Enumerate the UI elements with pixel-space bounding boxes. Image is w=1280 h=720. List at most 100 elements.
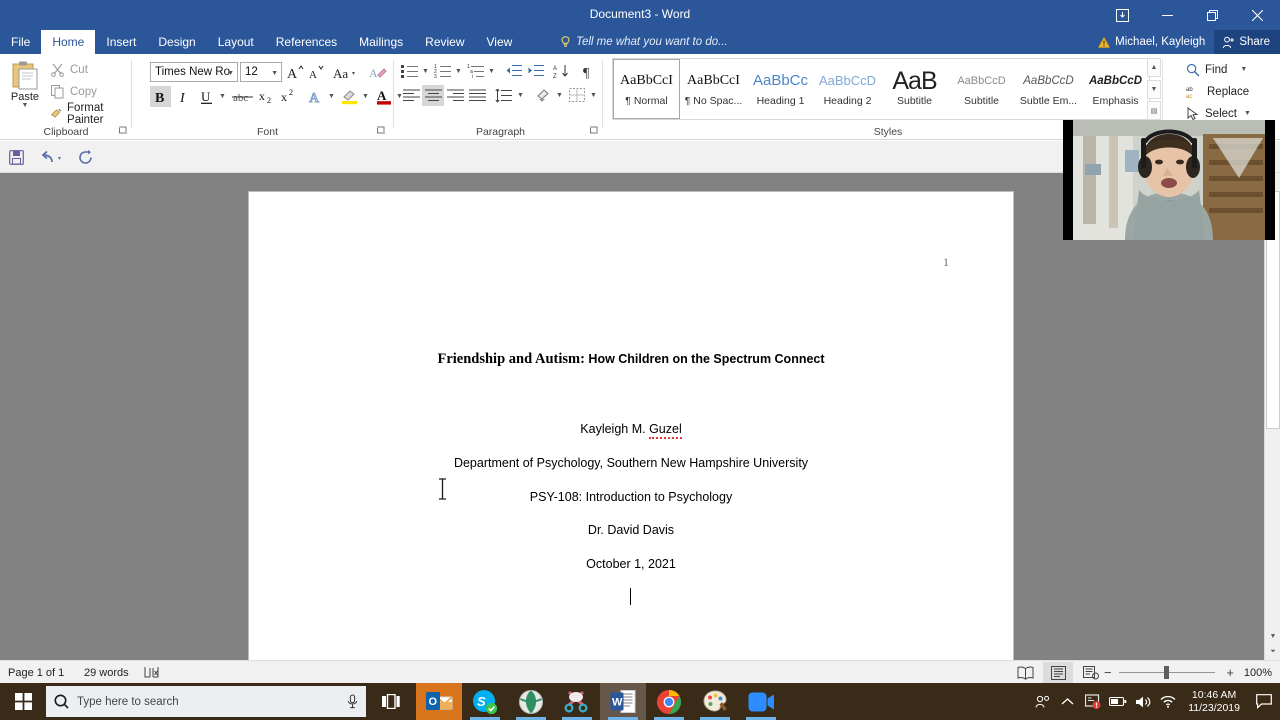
vertical-scrollbar[interactable]: ▲ ▼ ⏷ xyxy=(1264,173,1280,660)
increase-indent-icon[interactable] xyxy=(525,61,547,81)
line-spacing-caret[interactable]: ▼ xyxy=(515,85,526,106)
subscript-icon[interactable]: x2 xyxy=(257,86,278,107)
cut-button[interactable]: Cut xyxy=(46,60,92,79)
tab-references[interactable]: References xyxy=(265,30,348,54)
bullets-caret[interactable]: ▼ xyxy=(420,61,431,81)
font-size-caret[interactable]: ▼ xyxy=(271,70,278,77)
underline-dropdown-caret[interactable]: ▼ xyxy=(217,86,228,107)
skype-taskbar-icon[interactable]: S xyxy=(462,683,508,720)
superscript-icon[interactable]: x2 xyxy=(279,86,300,107)
style-subtle-emphasis[interactable]: AaBbCcD Subtle Em... xyxy=(1015,59,1082,119)
redo-icon[interactable] xyxy=(75,147,97,168)
format-painter-button[interactable]: Format Painter xyxy=(46,102,132,126)
ribbon-display-options-icon[interactable] xyxy=(1100,0,1145,30)
sort-icon[interactable]: AZ xyxy=(551,61,573,81)
tab-layout[interactable]: Layout xyxy=(207,30,265,54)
search-input[interactable]: Type here to search xyxy=(46,686,366,717)
outlook-taskbar-icon[interactable]: O xyxy=(416,683,462,720)
web-layout-icon[interactable] xyxy=(1076,662,1106,683)
styles-more-icon[interactable]: ▤ xyxy=(1147,101,1161,120)
copy-button[interactable]: Copy xyxy=(46,82,101,101)
clipboard-dialog-launcher[interactable] xyxy=(118,126,129,137)
people-tray-icon[interactable] xyxy=(1030,683,1055,720)
volume-tray-icon[interactable] xyxy=(1130,683,1155,720)
document-canvas[interactable]: 1 Friendship and Autism: How Children on… xyxy=(0,173,1280,672)
multilevel-list-icon[interactable]: 1ai xyxy=(466,61,486,81)
shading-icon[interactable] xyxy=(532,85,554,106)
antivirus-tray-icon[interactable] xyxy=(1080,683,1105,720)
globe-taskbar-icon[interactable] xyxy=(508,683,554,720)
tab-design[interactable]: Design xyxy=(147,30,206,54)
zoom-thumb[interactable] xyxy=(1164,666,1169,679)
style-subtitle[interactable]: AaBbCcD Subtitle xyxy=(948,59,1015,119)
paragraph-dialog-launcher[interactable] xyxy=(589,126,600,137)
text-effects-caret[interactable]: ▼ xyxy=(326,86,337,107)
justify-icon[interactable] xyxy=(466,85,488,106)
paint-taskbar-icon[interactable] xyxy=(692,683,738,720)
numbering-icon[interactable]: 123 xyxy=(433,61,453,81)
tab-mailings[interactable]: Mailings xyxy=(348,30,414,54)
find-caret[interactable]: ▼ xyxy=(1240,66,1247,73)
tell-me-search[interactable]: Tell me what you want to do... xyxy=(560,30,728,54)
print-layout-icon[interactable] xyxy=(1043,662,1073,683)
line-spacing-icon[interactable] xyxy=(493,85,515,106)
next-page-icon[interactable]: ⏷ xyxy=(1265,644,1280,660)
proofing-errors-icon[interactable] xyxy=(138,661,165,684)
page-indicator[interactable]: Page 1 of 1 xyxy=(2,661,70,684)
font-color-icon[interactable]: A xyxy=(373,86,394,107)
battery-tray-icon[interactable] xyxy=(1105,683,1130,720)
read-mode-icon[interactable] xyxy=(1010,662,1040,683)
show-hidden-icons-icon[interactable] xyxy=(1055,683,1080,720)
font-size-input[interactable]: 12 ▼ xyxy=(240,62,282,82)
font-dialog-launcher[interactable] xyxy=(376,126,387,137)
tab-home[interactable]: Home xyxy=(41,30,96,54)
style-heading-2[interactable]: AaBbCcD Heading 2 xyxy=(814,59,881,119)
style-normal[interactable]: AaBbCcI ¶ Normal xyxy=(613,59,680,119)
task-view-icon[interactable] xyxy=(370,683,412,720)
snip-taskbar-icon[interactable] xyxy=(554,683,600,720)
tab-view[interactable]: View xyxy=(476,30,524,54)
zoom-in-button[interactable]: + xyxy=(1226,665,1234,680)
styles-scroll-up-icon[interactable]: ▲ xyxy=(1147,58,1161,77)
italic-icon[interactable]: I xyxy=(173,86,194,107)
zoom-out-button[interactable]: − xyxy=(1104,665,1112,680)
word-taskbar-icon[interactable]: W xyxy=(600,683,646,720)
tab-insert[interactable]: Insert xyxy=(95,30,147,54)
decrease-indent-icon[interactable] xyxy=(503,61,525,81)
tab-file[interactable]: File xyxy=(0,30,41,54)
tab-review[interactable]: Review xyxy=(414,30,475,54)
text-effects-icon[interactable]: A xyxy=(305,86,326,107)
find-button[interactable]: Find ▼ xyxy=(1182,59,1251,80)
style-no-spacing[interactable]: AaBbCcI ¶ No Spac... xyxy=(680,59,747,119)
document-page[interactable]: 1 Friendship and Autism: How Children on… xyxy=(249,192,1013,672)
share-button[interactable]: Share xyxy=(1214,30,1280,54)
font-name-input[interactable]: Times New Ro ▼ xyxy=(150,62,238,82)
grow-font-icon[interactable]: A xyxy=(285,62,305,82)
style-emphasis[interactable]: AaBbCcD Emphasis xyxy=(1082,59,1149,119)
underline-icon[interactable]: U xyxy=(196,86,217,107)
align-left-icon[interactable] xyxy=(400,85,422,106)
text-highlight-icon[interactable] xyxy=(339,86,360,107)
zoom-taskbar-icon[interactable] xyxy=(738,683,784,720)
wifi-tray-icon[interactable] xyxy=(1155,683,1180,720)
style-title[interactable]: AaB Subtitle xyxy=(881,59,948,119)
align-center-icon[interactable] xyxy=(422,85,444,106)
text-highlight-caret[interactable]: ▼ xyxy=(360,86,371,107)
minimize-icon[interactable] xyxy=(1145,0,1190,30)
show-formatting-marks-icon[interactable]: ¶ xyxy=(578,61,600,81)
strikethrough-icon[interactable]: abc xyxy=(231,86,255,107)
clear-formatting-icon[interactable]: A xyxy=(367,62,389,82)
numbering-caret[interactable]: ▼ xyxy=(453,61,464,81)
zoom-slider[interactable]: − + xyxy=(1104,661,1234,684)
scroll-down-icon[interactable]: ▼ xyxy=(1265,628,1280,644)
borders-caret[interactable]: ▼ xyxy=(588,85,599,106)
align-right-icon[interactable] xyxy=(444,85,466,106)
paste-button[interactable]: Paste ▼ xyxy=(5,58,45,120)
undo-icon[interactable] xyxy=(38,147,66,168)
chrome-taskbar-icon[interactable] xyxy=(646,683,692,720)
windows-start-icon[interactable] xyxy=(0,683,46,720)
paste-dropdown-caret[interactable]: ▼ xyxy=(22,102,29,109)
change-case-icon[interactable]: Aa xyxy=(329,62,361,82)
zoom-level[interactable]: 100% xyxy=(1238,661,1278,684)
shading-caret[interactable]: ▼ xyxy=(554,85,565,106)
